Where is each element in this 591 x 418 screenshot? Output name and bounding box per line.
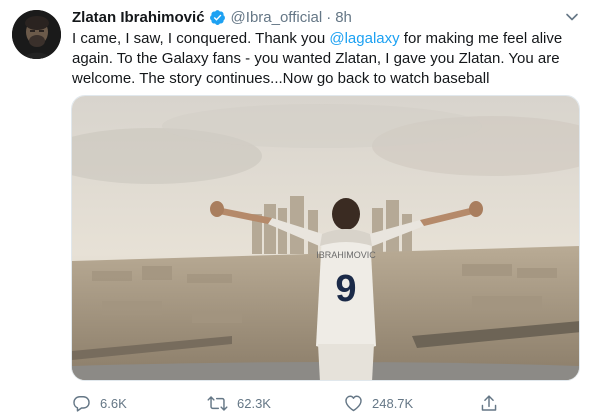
retweet-button[interactable]: 62.3K bbox=[207, 392, 271, 414]
reply-count: 6.6K bbox=[100, 395, 127, 411]
reply-button[interactable]: 6.6K bbox=[72, 392, 127, 414]
tweet-actions: 6.6K 62.3K 248.7K bbox=[72, 392, 512, 414]
verified-badge-icon bbox=[209, 9, 226, 26]
avatar-image bbox=[12, 10, 61, 59]
tweet-header: Zlatan Ibrahimović @Ibra_official · 8h bbox=[72, 7, 352, 27]
retweet-count: 62.3K bbox=[237, 395, 271, 411]
tweet-text-part1: I came, I saw, I conquered. Thank you bbox=[72, 30, 330, 47]
tweet-timestamp[interactable]: 8h bbox=[335, 9, 352, 26]
jersey-number: 9 bbox=[335, 268, 356, 310]
avatar[interactable] bbox=[12, 10, 61, 59]
media-illustration: IBRAHIMOVIC 9 bbox=[72, 96, 579, 380]
share-icon bbox=[481, 394, 497, 411]
author-handle[interactable]: @Ibra_official bbox=[231, 9, 323, 26]
chevron-down-icon bbox=[566, 13, 578, 21]
tweet-media-image[interactable]: IBRAHIMOVIC 9 bbox=[71, 95, 580, 381]
like-count: 248.7K bbox=[372, 395, 414, 411]
heart-icon bbox=[345, 395, 362, 412]
separator-dot: · bbox=[326, 8, 332, 26]
tweet-text: I came, I saw, I conquered. Thank you @l… bbox=[72, 29, 582, 89]
reply-icon bbox=[73, 395, 90, 412]
share-button[interactable] bbox=[480, 392, 498, 414]
author-name[interactable]: Zlatan Ibrahimović bbox=[72, 9, 205, 26]
retweet-icon bbox=[207, 395, 228, 411]
more-options-button[interactable] bbox=[563, 8, 581, 26]
mention-link[interactable]: @lagalaxy bbox=[329, 30, 399, 47]
like-button[interactable]: 248.7K bbox=[344, 392, 413, 414]
jersey-name: IBRAHIMOVIC bbox=[316, 250, 376, 260]
